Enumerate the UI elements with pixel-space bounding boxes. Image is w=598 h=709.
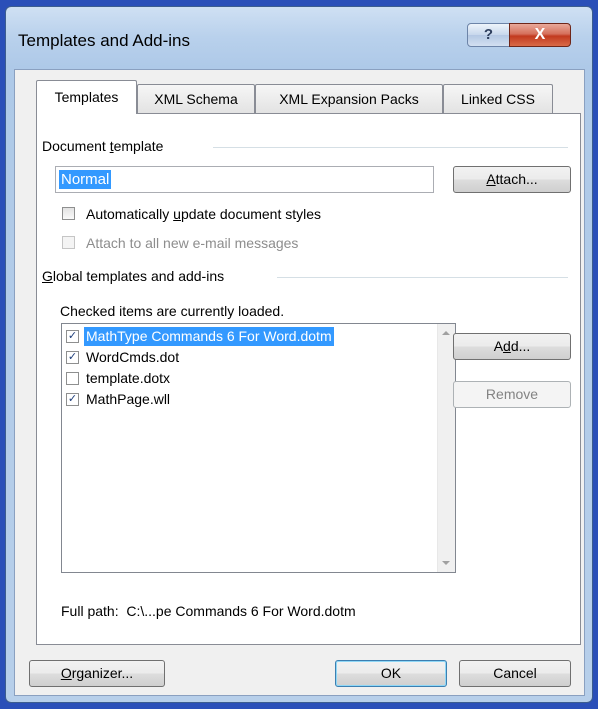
- ok-button[interactable]: OK: [335, 660, 447, 687]
- list-item-label: template.dotx: [86, 370, 171, 386]
- global-templates-group-label: Global templates and add-ins: [42, 268, 231, 284]
- dialog-client-area: Templates XML Schema XML Expansion Packs…: [14, 69, 585, 696]
- dialog-window: Templates and Add-ins ? X Templates XML …: [5, 6, 593, 703]
- attach-all-email-label: Attach to all new e-mail messages: [86, 235, 299, 251]
- full-path-value: C:\...pe Commands 6 For Word.dotm: [126, 603, 356, 619]
- global-templates-divider: [277, 277, 568, 278]
- auto-update-label: Automatically update document styles: [86, 206, 322, 222]
- dialog-title: Templates and Add-ins: [18, 31, 190, 50]
- auto-update-checkbox-box[interactable]: [62, 207, 75, 220]
- list-item-checkbox[interactable]: ✓: [66, 393, 79, 406]
- tab-xml-expansion-packs[interactable]: XML Expansion Packs: [255, 84, 443, 113]
- tab-templates[interactable]: Templates: [36, 80, 137, 114]
- list-item-label: MathType Commands 6 For Word.dotm: [84, 327, 334, 346]
- list-scrollbar[interactable]: [437, 324, 455, 572]
- document-template-group-label: Document template: [42, 138, 170, 154]
- attach-all-email-checkbox-box: [62, 236, 75, 249]
- list-item-label: MathPage.wll: [86, 391, 171, 407]
- list-item-checkbox[interactable]: [66, 372, 79, 385]
- close-button[interactable]: X: [509, 23, 571, 47]
- document-template-field[interactable]: Normal: [55, 166, 434, 193]
- loaded-items-hint: Checked items are currently loaded.: [60, 303, 291, 319]
- scroll-down-arrow-icon[interactable]: [442, 561, 450, 565]
- organizer-button[interactable]: Organizer...: [29, 660, 165, 687]
- list-item-checkbox[interactable]: ✓: [66, 351, 79, 364]
- attach-button[interactable]: Attach...: [453, 166, 571, 193]
- document-template-value: Normal: [59, 170, 112, 189]
- cancel-button[interactable]: Cancel: [459, 660, 571, 687]
- full-path-label: Full path:: [61, 603, 119, 619]
- scroll-up-arrow-icon[interactable]: [442, 331, 450, 335]
- tab-xml-schema[interactable]: XML Schema: [137, 84, 255, 113]
- add-button[interactable]: Add...: [453, 333, 571, 360]
- list-item-label: WordCmds.dot: [86, 349, 180, 365]
- full-path-readout: Full path: C:\...pe Commands 6 For Word.…: [61, 603, 356, 619]
- document-template-divider: [213, 147, 568, 148]
- help-button[interactable]: ?: [467, 23, 510, 47]
- global-templates-list[interactable]: ✓ MathType Commands 6 For Word.dotm ✓ Wo…: [61, 323, 456, 573]
- title-bar[interactable]: Templates and Add-ins ? X: [6, 7, 592, 69]
- remove-button: Remove: [453, 381, 571, 408]
- tab-linked-css[interactable]: Linked CSS: [443, 84, 553, 113]
- list-item-checkbox[interactable]: ✓: [66, 330, 79, 343]
